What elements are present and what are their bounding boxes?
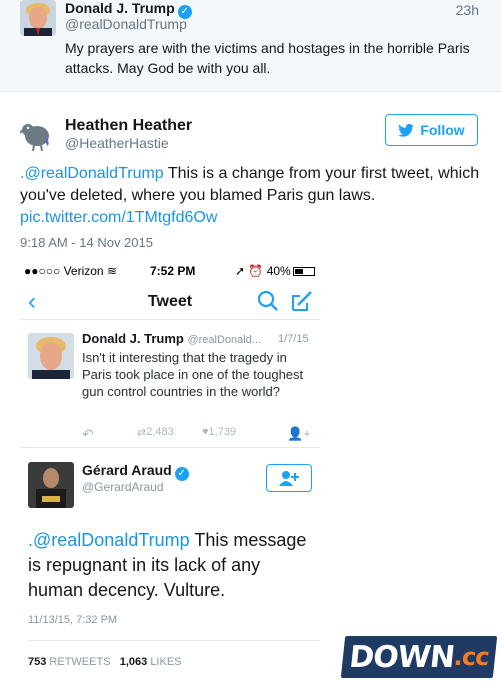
reply-tweet[interactable]: Gérard Araud ✓ @GerardAraud .@realDonaldT… (20, 448, 320, 682)
follow-label: Follow (420, 122, 465, 138)
author-handle[interactable]: @realDonald... (187, 334, 261, 346)
embedded-screenshot[interactable]: ●●○○○ Verizon ≋ 7:52 PM ➚ ⏰ 40% ‹ Tweet … (20, 258, 340, 682)
media-link[interactable]: pic.twitter.com/1TMtgfd6Ow (20, 209, 217, 226)
tweet-actions: ↶ ⇄ 2,483 ♥ 1,739 👤+ (82, 426, 322, 442)
tweet-text: Isn't it interesting that the tragedy in… (82, 350, 304, 399)
follow-button[interactable]: Follow (385, 114, 478, 146)
reply-icon[interactable]: ↶ (82, 426, 94, 443)
follow-user-button[interactable] (266, 464, 312, 492)
like-button[interactable]: ♥ 1,739 (202, 426, 236, 438)
likes-label: LIKES (150, 656, 182, 668)
retweet-button[interactable]: ⇄ 2,483 (137, 426, 174, 439)
tweet-timestamp: 11/13/15, 7:32 PM (28, 614, 118, 626)
tweet-time[interactable]: 23h (456, 2, 479, 18)
compose-icon[interactable] (290, 290, 314, 312)
author-handle[interactable]: @GerardAraud (82, 480, 164, 494)
context-tweet[interactable]: Donald J. Trump ✓ @realDonaldTrump 23h My… (0, 0, 501, 92)
avatar[interactable] (28, 462, 74, 508)
twitter-bird-icon (398, 123, 415, 137)
verified-badge-icon: ✓ (174, 467, 189, 481)
add-user-icon (279, 471, 299, 486)
follow-user-icon[interactable]: 👤+ (287, 426, 311, 442)
nav-bar: ‹ Tweet (20, 284, 320, 320)
battery-icon (292, 267, 315, 276)
watermark-main: DOWN (347, 639, 456, 675)
watermark-logo: DOWN .cc (340, 636, 498, 678)
author-name[interactable]: Gérard Araud ✓ (82, 462, 189, 481)
author-handle[interactable]: @realDonaldTrump (65, 16, 187, 32)
retweets-label: RETWEETS (49, 656, 111, 668)
avatar[interactable] (20, 0, 56, 36)
mention-link[interactable]: .@realDonaldTrump (20, 165, 164, 182)
status-right: ➚ ⏰ 40% (235, 264, 315, 278)
author-name[interactable]: Heathen Heather (65, 117, 192, 135)
tweet-text: .@realDonaldTrump This is a change from … (20, 163, 490, 229)
author-handle[interactable]: @HeatherHastie (65, 135, 169, 151)
status-bar: ●●○○○ Verizon ≋ 7:52 PM ➚ ⏰ 40% (20, 258, 340, 282)
author-name[interactable]: Donald J. Trump @realDonald... (82, 331, 261, 346)
alarm-icon: ⏰ (248, 264, 264, 278)
watermark-suffix: .cc (452, 643, 491, 671)
tweet-stats: 753 RETWEETS 1,063 LIKES (28, 656, 182, 668)
tweet-text: .@realDonaldTrump This message is repugn… (28, 528, 318, 603)
like-count[interactable]: 1,063 (120, 656, 148, 668)
tweet-timestamp[interactable]: 9:18 AM - 14 Nov 2015 (20, 235, 153, 250)
divider (28, 640, 320, 641)
wifi-icon: ≋ (106, 264, 118, 278)
status-time: 7:52 PM (150, 264, 196, 278)
tweet-text: My prayers are with the victims and host… (65, 40, 470, 76)
mention-link[interactable]: .@realDonaldTrump (28, 530, 190, 550)
search-icon[interactable] (257, 290, 279, 312)
tweet-date: 1/7/15 (278, 333, 309, 345)
avatar[interactable] (15, 116, 56, 152)
quoted-tweet[interactable]: Donald J. Trump @realDonald... 1/7/15 Is… (20, 321, 320, 448)
carrier-label: ●●○○○ Verizon ≋ (24, 264, 118, 278)
avatar[interactable] (28, 333, 74, 379)
location-icon: ➚ (235, 264, 246, 278)
retweet-count[interactable]: 753 (28, 656, 46, 668)
